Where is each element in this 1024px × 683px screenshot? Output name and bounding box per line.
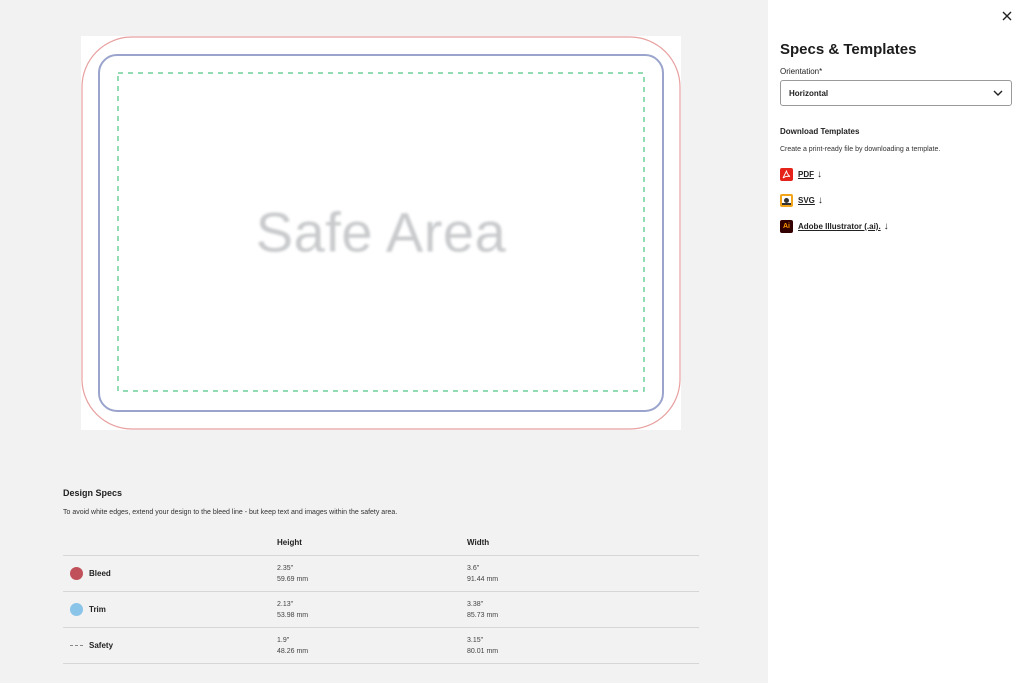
download-label: SVG <box>798 196 815 205</box>
svg-icon <box>780 194 793 207</box>
download-templates-description: Create a print-ready file by downloading… <box>780 146 941 153</box>
height-inches: 2.13" <box>277 600 294 608</box>
download-svg-link[interactable]: SVG ↓ <box>780 194 823 207</box>
specs-templates-panel: Specs & Templates Orientation* Horizonta… <box>768 0 1024 683</box>
width-inches: 3.38" <box>467 600 484 608</box>
close-icon[interactable] <box>1002 8 1012 24</box>
download-arrow-icon: ↓ <box>817 169 822 180</box>
width-mm: 80.01 mm <box>467 647 499 655</box>
pdf-icon <box>780 168 793 181</box>
width-mm: 85.73 mm <box>467 611 499 619</box>
download-pdf-link[interactable]: PDF ↓ <box>780 168 822 181</box>
width-inches: 3.15" <box>467 636 484 644</box>
download-ai-link[interactable]: Ai Adobe Illustrator (.ai). ↓ <box>780 220 889 233</box>
illustrator-icon: Ai <box>780 220 793 233</box>
trim-dot-icon <box>70 603 83 616</box>
design-specs-title: Design Specs <box>63 488 123 498</box>
download-templates-title: Download Templates <box>780 127 860 136</box>
height-inches: 1.9" <box>277 636 290 644</box>
orientation-select[interactable]: Horizontal <box>780 80 1012 106</box>
height-mm: 53.98 mm <box>277 611 309 619</box>
panel-title: Specs & Templates <box>780 41 917 58</box>
chevron-down-icon <box>993 89 1003 99</box>
row-name: Trim <box>89 605 106 614</box>
height-mm: 59.69 mm <box>277 575 309 583</box>
table-row-bleed: Bleed 2.35" 59.69 mm 3.6" 91.44 mm <box>63 556 699 592</box>
template-preview: Safe Area <box>81 36 681 430</box>
height-inches: 2.35" <box>277 564 294 572</box>
height-mm: 48.26 mm <box>277 647 309 655</box>
main-area: Safe Area Design Specs To avoid white ed… <box>0 0 768 683</box>
specs-table: Height Width Bleed 2.35" 59.69 mm 3.6" 9… <box>63 530 699 664</box>
download-arrow-icon: ↓ <box>817 195 823 206</box>
safe-area-label: Safe Area <box>255 200 507 264</box>
table-row-trim: Trim 2.13" 53.98 mm 3.38" 85.73 mm <box>63 592 699 628</box>
specs-table-header: Height Width <box>63 530 699 556</box>
row-name: Safety <box>89 641 114 650</box>
width-inches: 3.6" <box>467 564 480 572</box>
design-specs-description: To avoid white edges, extend your design… <box>63 509 398 516</box>
download-label: PDF <box>798 170 814 179</box>
width-mm: 91.44 mm <box>467 575 499 583</box>
safety-dash-icon <box>70 645 83 646</box>
design-specs: Design Specs To avoid white edges, exten… <box>63 488 699 664</box>
orientation-value: Horizontal <box>789 88 829 98</box>
row-name: Bleed <box>89 569 111 578</box>
download-arrow-icon: ↓ <box>883 221 889 232</box>
height-header: Height <box>277 538 302 547</box>
width-header: Width <box>467 538 490 547</box>
orientation-label: Orientation* <box>780 67 823 76</box>
bleed-dot-icon <box>70 567 83 580</box>
table-row-safety: Safety 1.9" 48.26 mm 3.15" 80.01 mm <box>63 628 699 664</box>
download-label: Adobe Illustrator (.ai). <box>798 222 881 231</box>
